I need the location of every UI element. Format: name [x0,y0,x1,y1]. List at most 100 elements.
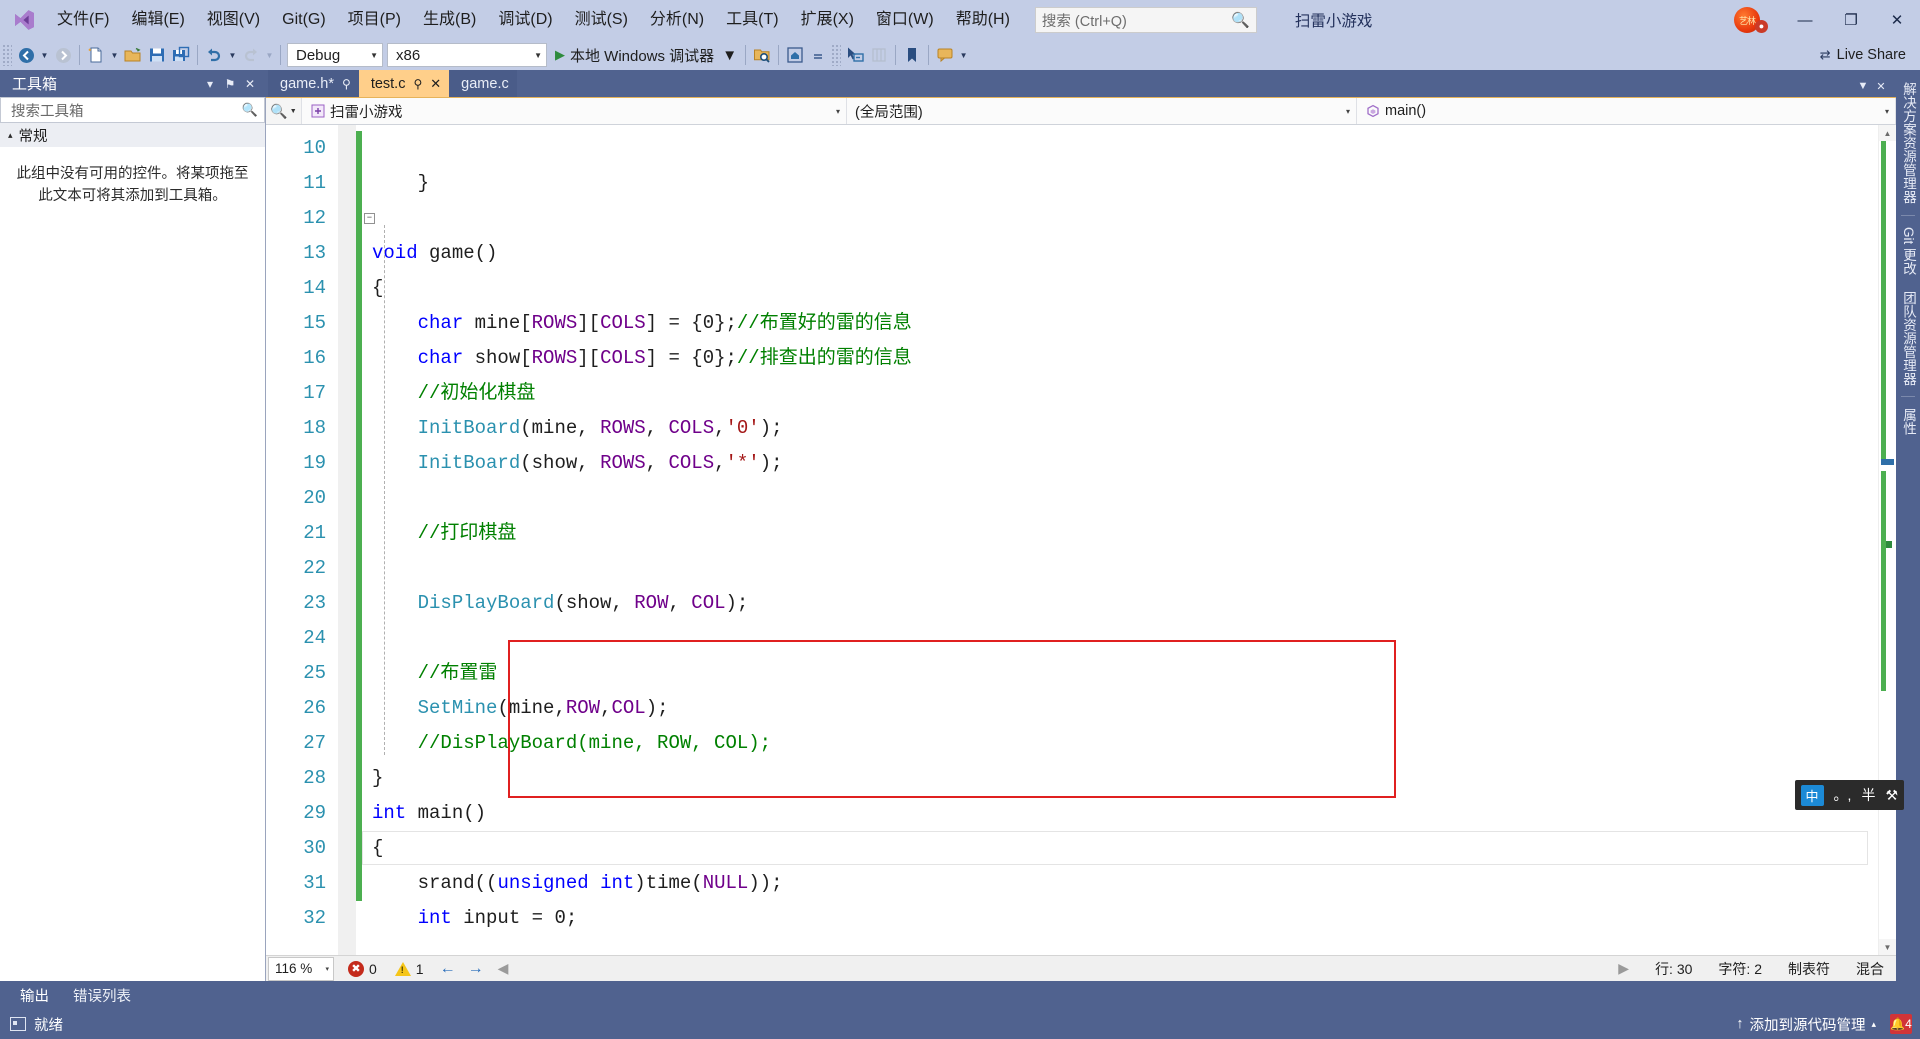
toolbox-window-menu-icon[interactable]: ▾ [200,73,220,95]
chevron-down-icon[interactable]: ▼ [722,47,737,64]
tab-error-list[interactable]: 错误列表 [61,981,143,1010]
code-line[interactable]: SetMine(mine,ROW,COL); [362,691,1878,726]
select-element-icon[interactable] [843,43,867,67]
new-file-dropdown[interactable]: ▼ [108,43,121,67]
horizontal-scroll-right-arrow[interactable]: ▶ [1618,960,1629,977]
navigate-back-icon[interactable] [14,43,38,67]
solution-configuration-dropdown[interactable]: Debug ▼ [287,43,383,67]
vertical-scrollbar[interactable]: ▲ ▼ [1878,125,1896,955]
dock-team-explorer[interactable]: 团队资源管理器 [1895,283,1920,394]
dock-properties[interactable]: 属性 [1895,400,1920,443]
menu-edit[interactable]: 编辑(E) [120,7,195,33]
tab-test-c[interactable]: test.c ⚲ ✕ [358,70,450,97]
tab-output[interactable]: 输出 [8,981,61,1010]
undo-dropdown[interactable]: ▼ [226,43,239,67]
code-line[interactable]: int main() [362,796,1878,831]
solution-platform-dropdown[interactable]: x86 ▼ [387,43,547,67]
code-line[interactable]: //布置雷 [362,656,1878,691]
ime-mode-label[interactable]: 中 [1800,784,1824,806]
close-button[interactable]: ✕ [1874,0,1920,40]
live-share-button[interactable]: ⇄ Live Share [1820,47,1920,63]
code-line[interactable]: char mine[ROWS][COLS] = {0};//布置好的雷的信息 [362,306,1878,341]
close-icon[interactable]: ✕ [430,76,441,92]
notification-badge[interactable]: 🔔 4 [1890,1014,1912,1034]
menu-extensions[interactable]: 扩展(X) [790,7,865,33]
menu-help[interactable]: 帮助(H) [945,7,1021,33]
tab-game-h[interactable]: game.h* ⚲ [268,70,359,97]
code-line[interactable]: InitBoard(mine, ROWS, COLS,'0'); [362,411,1878,446]
menu-git[interactable]: Git(G) [271,7,337,33]
new-file-icon[interactable] [84,43,108,67]
document-close-icon[interactable]: ✕ [1872,75,1890,97]
code-line[interactable]: DisPlayBoard(show, ROW, COL); [362,586,1878,621]
undo-icon[interactable] [202,43,226,67]
navbar-project-dropdown[interactable]: 扫雷小游戏 ▾ [302,98,847,124]
code-line[interactable]: InitBoard(show, ROWS, COLS,'*'); [362,446,1878,481]
toolbox-pin-icon[interactable]: ⚑ [220,73,240,95]
navbar-scope-dropdown[interactable]: (全局范围) ▾ [847,98,1357,124]
code-line[interactable]: char show[ROWS][COLS] = {0};//排查出的雷的信息 [362,341,1878,376]
home-icon[interactable] [783,43,807,67]
toolbar-grip[interactable] [2,44,12,66]
ime-punctuation-label[interactable]: 。, [1834,785,1852,805]
menu-test[interactable]: 测试(S) [564,7,639,33]
minimize-button[interactable]: — [1782,0,1828,40]
code-line[interactable]: } [362,166,1878,201]
breakpoint-gutter[interactable] [338,125,356,955]
menu-project[interactable]: 项目(P) [337,7,412,33]
navigate-back-dropdown[interactable]: ▼ [38,43,51,67]
next-issue-button[interactable]: → [468,960,484,978]
code-line[interactable]: { [362,271,1878,306]
toolbox-search-input[interactable]: 搜索工具箱 🔍 [0,97,265,123]
menu-debug[interactable]: 调试(D) [487,7,563,33]
code-line[interactable] [362,131,1878,166]
navbar-member-dropdown[interactable]: main() ▾ [1357,98,1896,124]
toolbar-overflow-icon[interactable]: ▼ [957,43,970,67]
comment-icon[interactable] [933,43,957,67]
scroll-down-arrow[interactable]: ▼ [1879,939,1896,955]
zoom-level-dropdown[interactable]: 116 % ▾ [268,956,334,981]
menu-view[interactable]: 视图(V) [196,7,271,33]
dock-solution-explorer[interactable]: 解决方案资源管理器 [1895,74,1920,212]
menu-build[interactable]: 生成(B) [412,7,487,33]
code-line[interactable]: } [362,761,1878,796]
find-in-files-icon[interactable] [750,43,774,67]
menu-analyze[interactable]: 分析(N) [639,7,715,33]
minimize-group-icon[interactable] [807,43,831,67]
menu-file[interactable]: 文件(F) [46,7,120,33]
code-line[interactable]: //初始化棋盘 [362,376,1878,411]
ime-status-bar[interactable]: 中 。, 半 ⚒ [1794,780,1904,810]
dock-git-changes[interactable]: Git 更改 [1895,219,1920,283]
scroll-up-arrow[interactable]: ▲ [1879,125,1896,141]
ime-tools-icon[interactable]: ⚒ [1885,787,1898,804]
code-line[interactable] [362,551,1878,586]
pin-icon[interactable]: ⚲ [413,77,422,91]
toolbar-grip-2[interactable] [831,44,842,66]
previous-issue-button[interactable]: ← [440,960,456,978]
save-all-icon[interactable] [169,43,193,67]
code-line[interactable] [362,201,1878,236]
ime-width-label[interactable]: 半 [1861,785,1875,805]
fold-toggle-game[interactable]: − [364,213,375,224]
start-debugging-button[interactable]: ▶ 本地 Windows 调试器 ▼ [549,43,741,67]
scrollbar-track[interactable] [1879,141,1896,939]
code-text-area[interactable]: } void game(){ char mine[ROWS][COLS] = {… [362,125,1878,955]
toolbox-group-general[interactable]: ▴ 常规 [0,123,265,147]
tab-list-icon[interactable]: ▼ [1854,75,1872,97]
code-line[interactable]: //打印棋盘 [362,516,1878,551]
bookmark-icon[interactable] [900,43,924,67]
open-folder-icon[interactable] [121,43,145,67]
pin-icon[interactable]: ⚲ [342,77,351,91]
code-line[interactable] [362,481,1878,516]
navbar-search-dropdown[interactable]: 🔍 ▼ [266,98,302,124]
save-icon[interactable] [145,43,169,67]
code-line[interactable]: //DisPlayBoard(mine, ROW, COL); [362,726,1878,761]
toolbox-close-icon[interactable]: ✕ [240,73,260,95]
tab-game-c[interactable]: game.c [449,70,517,97]
code-line[interactable]: void game() [362,236,1878,271]
global-search-input[interactable]: 搜索 (Ctrl+Q) 🔍 [1034,7,1257,33]
menu-tools[interactable]: 工具(T) [715,7,789,33]
restore-button[interactable]: ❐ [1828,0,1874,40]
code-line[interactable]: srand((unsigned int)time(NULL)); [362,866,1878,901]
code-editor[interactable]: 10 11 12 13 14 15 16 17 18 19 20 21 22 23 24 25 26 27 28 29… [266,125,1896,955]
